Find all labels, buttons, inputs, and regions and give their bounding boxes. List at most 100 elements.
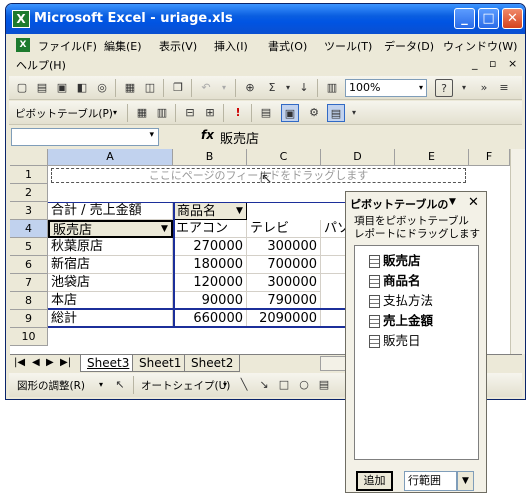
pivot-menu-dropdown-icon[interactable]: ▾: [113, 108, 117, 117]
menu-format[interactable]: 書式(O): [268, 38, 307, 54]
new-icon[interactable]: ▢: [13, 79, 31, 97]
print-preview-icon[interactable]: ◫: [141, 79, 159, 97]
pivot-add-button[interactable]: 追加: [356, 471, 393, 491]
menu-edit[interactable]: 編集(E): [104, 38, 142, 54]
first-sheet-icon[interactable]: |◀: [14, 357, 25, 368]
field-dropdown-icon[interactable]: ▼: [236, 206, 243, 216]
autoshapes-dropdown-icon[interactable]: ▾: [223, 380, 227, 389]
textbox-icon[interactable]: ▤: [315, 376, 333, 394]
cell-A4[interactable]: 販売店: [48, 220, 173, 238]
include-hidden-icon[interactable]: ▤: [257, 104, 275, 122]
chart-icon[interactable]: ▥: [153, 104, 171, 122]
row-header-3[interactable]: 3: [10, 202, 48, 220]
vertical-scrollbar[interactable]: [510, 149, 525, 354]
oval-icon[interactable]: ○: [295, 376, 313, 394]
prev-sheet-icon[interactable]: ◀: [32, 357, 40, 368]
close-button[interactable]: ✕: [502, 8, 523, 29]
column-header-A[interactable]: A: [48, 149, 173, 166]
cell-B7[interactable]: 120000: [173, 274, 247, 292]
maximize-button[interactable]: □: [478, 8, 499, 29]
menu-tools[interactable]: ツール(T): [324, 38, 372, 54]
help-icon[interactable]: ?: [435, 79, 453, 97]
field-dropdown-icon[interactable]: ▼: [161, 224, 168, 234]
formula-input[interactable]: 販売店: [220, 128, 259, 147]
next-sheet-icon[interactable]: ▶: [46, 357, 54, 368]
copy-icon[interactable]: ❐: [169, 79, 187, 97]
select-objects-icon[interactable]: ↖: [111, 376, 129, 394]
doc-window-controls[interactable]: _ ▫ ×: [472, 57, 521, 70]
format-report-icon[interactable]: ▦: [133, 104, 151, 122]
last-sheet-icon[interactable]: ▶|: [60, 357, 71, 368]
pivot-area-select[interactable]: 行範囲: [404, 471, 457, 491]
cell-C5[interactable]: 300000: [247, 238, 321, 256]
save-icon[interactable]: ▣: [53, 79, 71, 97]
cell-B9[interactable]: 660000: [173, 310, 247, 328]
menu-file[interactable]: ファイル(F): [38, 38, 97, 54]
cell-A9[interactable]: 総計: [48, 310, 173, 328]
hide-detail-icon[interactable]: ⊟: [181, 104, 199, 122]
document-icon[interactable]: X: [16, 38, 30, 52]
field-settings-icon[interactable]: ⚙: [305, 104, 323, 122]
pivot-field-item[interactable]: 販売店: [369, 252, 421, 270]
menu-window[interactable]: ウィンドウ(W): [443, 38, 517, 54]
cell-B4[interactable]: エアコン: [173, 220, 247, 238]
column-header-C[interactable]: C: [247, 149, 321, 166]
cell-A3[interactable]: 合計 / 売上金額: [48, 202, 173, 220]
search-icon[interactable]: ◎: [93, 79, 111, 97]
cell-C7[interactable]: 300000: [247, 274, 321, 292]
pivot-area-dropdown-icon[interactable]: ▼: [457, 471, 474, 491]
tab-sheet1[interactable]: Sheet1: [132, 355, 189, 372]
cell-B5[interactable]: 270000: [173, 238, 247, 256]
menu-help[interactable]: ヘルプ(H): [16, 57, 66, 73]
undo-icon[interactable]: ↶: [197, 79, 215, 97]
cell-A7[interactable]: 池袋店: [48, 274, 173, 292]
select-all-corner[interactable]: [10, 149, 48, 166]
row-header-10[interactable]: 10: [10, 328, 48, 346]
chart-wizard-icon[interactable]: ▥: [323, 79, 341, 97]
row-header-1[interactable]: 1: [10, 166, 48, 184]
tab-sheet2[interactable]: Sheet2: [184, 355, 241, 372]
menu-insert[interactable]: 挿入(I): [214, 38, 248, 54]
field-list-icon[interactable]: ▤: [327, 104, 345, 122]
draw-adjust-dropdown-icon[interactable]: ▾: [99, 380, 103, 389]
row-header-5[interactable]: 5: [10, 238, 48, 256]
align-icon[interactable]: ≡: [495, 79, 513, 97]
insert-function-icon[interactable]: fx: [201, 128, 214, 142]
refresh-data-icon[interactable]: !: [229, 104, 247, 122]
always-display-icon[interactable]: ▣: [281, 104, 299, 122]
cell-C4[interactable]: テレビ: [247, 220, 321, 238]
open-icon[interactable]: ▤: [33, 79, 51, 97]
name-box[interactable]: ▾: [11, 128, 159, 146]
line-icon[interactable]: ╲: [235, 376, 253, 394]
toolbar-more-icon[interactable]: ▾: [345, 104, 363, 122]
help-dropdown-icon[interactable]: ▾: [455, 79, 473, 97]
permission-icon[interactable]: ◧: [73, 79, 91, 97]
row-header-2[interactable]: 2: [10, 184, 48, 202]
draw-adjust-menu[interactable]: 図形の調整(R): [17, 378, 85, 393]
menu-view[interactable]: 表示(V): [159, 38, 197, 54]
pivot-panel-menu-icon[interactable]: ▼: [449, 197, 456, 207]
cell-B6[interactable]: 180000: [173, 256, 247, 274]
page-field-drop-area[interactable]: ここにページのフィールドをドラッグします: [51, 168, 466, 183]
zoom-dropdown-icon[interactable]: ▾: [419, 80, 423, 96]
row-header-9[interactable]: 9: [10, 310, 48, 328]
column-header-E[interactable]: E: [395, 149, 469, 166]
pivot-field-item[interactable]: 販売日: [369, 332, 421, 350]
column-header-F[interactable]: F: [469, 149, 510, 166]
pivot-field-item[interactable]: 売上金額: [369, 312, 433, 330]
rectangle-icon[interactable]: □: [275, 376, 293, 394]
pivot-field-item[interactable]: 商品名: [369, 272, 421, 290]
row-header-8[interactable]: 8: [10, 292, 48, 310]
cell-A6[interactable]: 新宿店: [48, 256, 173, 274]
row-header-7[interactable]: 7: [10, 274, 48, 292]
toolbar-options-icon[interactable]: »: [475, 79, 493, 97]
pivot-table-menu[interactable]: ピボットテーブル(P): [15, 106, 113, 121]
name-box-dropdown-icon[interactable]: ▾: [149, 130, 154, 140]
cell-C6[interactable]: 700000: [247, 256, 321, 274]
autoshapes-menu[interactable]: オートシェイプ(U): [141, 378, 230, 393]
show-detail-icon[interactable]: ⊞: [201, 104, 219, 122]
print-icon[interactable]: ▦: [121, 79, 139, 97]
minimize-button[interactable]: _: [454, 8, 475, 29]
column-header-D[interactable]: D: [321, 149, 395, 166]
title-bar[interactable]: X Microsoft Excel - uriage.xls _ □ ✕: [6, 4, 525, 34]
